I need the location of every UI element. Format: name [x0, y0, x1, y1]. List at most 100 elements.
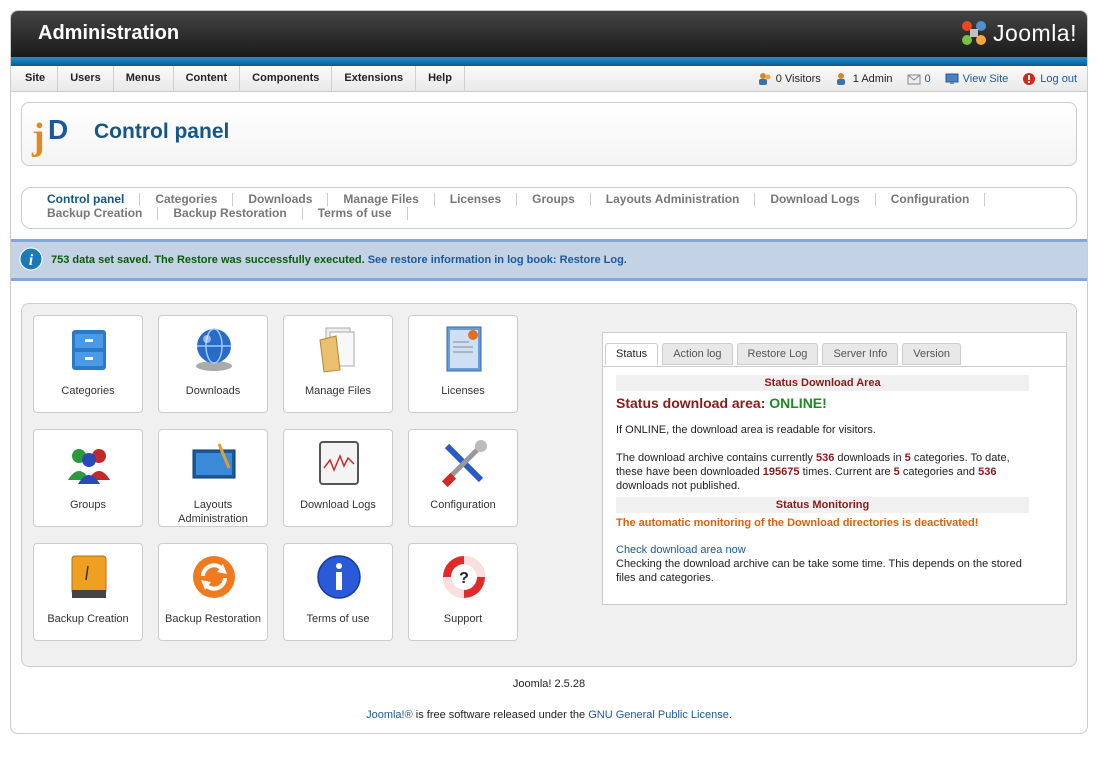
- submenu-configuration[interactable]: Configuration: [876, 192, 986, 206]
- icon-download-logs[interactable]: Download Logs: [283, 429, 393, 527]
- icon-groups[interactable]: Groups: [33, 429, 143, 527]
- footer-joomla-link[interactable]: Joomla!®: [366, 709, 413, 721]
- messages-count: 0: [924, 73, 931, 85]
- footer-version: Joomla! 2.5.28: [512, 678, 586, 690]
- svg-text:j: j: [31, 116, 45, 158]
- menu-users[interactable]: Users: [58, 66, 114, 92]
- tab-server-info[interactable]: Server Info: [822, 343, 899, 365]
- layout-icon: [192, 443, 236, 479]
- submenu-layouts-administration[interactable]: Layouts Administration: [591, 192, 756, 206]
- submenu-backup-restoration[interactable]: Backup Restoration: [158, 206, 303, 220]
- online-status: Status download area: ONLINE!: [616, 395, 1053, 411]
- joomla-mark-icon: [961, 21, 986, 45]
- admin-count: 1 Admin: [852, 73, 893, 85]
- icon-support[interactable]: ? Support: [408, 543, 518, 641]
- visitors-status: 0 Visitors: [758, 72, 821, 86]
- section-monitoring-title: Status Monitoring: [616, 497, 1029, 513]
- submenu-manage-files[interactable]: Manage Files: [328, 192, 435, 206]
- icon-downloads[interactable]: Downloads: [158, 315, 268, 413]
- icon-label: Categories: [61, 385, 115, 397]
- submenu-backup-creation[interactable]: Backup Creation: [32, 206, 159, 220]
- status-tab-content: Status Download Area Status download are…: [603, 366, 1066, 604]
- monitoring-warning: The automatic monitoring of the Download…: [616, 517, 979, 529]
- archive-text-2: downloads in: [837, 452, 902, 464]
- menu-components[interactable]: Components: [240, 66, 333, 92]
- monitor-icon: [945, 73, 959, 84]
- header: Administration Joomla!: [11, 11, 1087, 57]
- icon-label: Backup Creation: [47, 613, 129, 625]
- joomla-logo: Joomla!: [959, 17, 1077, 49]
- submenu-categories[interactable]: Categories: [140, 192, 234, 206]
- icon-label: Downloads: [185, 385, 241, 397]
- certificate-icon: [446, 326, 482, 372]
- section-download-area-title: Status Download Area: [616, 375, 1029, 391]
- icon-categories[interactable]: Categories: [33, 315, 143, 413]
- logout-link[interactable]: Log out: [1022, 72, 1077, 86]
- submenu-control-panel[interactable]: Control panel: [32, 192, 141, 206]
- icon-label: Configuration: [430, 499, 496, 511]
- footer-text: is free software released under the: [412, 709, 589, 721]
- visitors-count: 0 Visitors: [775, 73, 821, 85]
- online-value: ONLINE!: [769, 395, 827, 411]
- archive-text-4: times. Current are: [802, 466, 891, 478]
- layouts-label: Layouts Administration: [178, 499, 248, 525]
- folder-icon: [319, 327, 355, 373]
- jdownloads-submenu: Control panel Categories Downloads Manag…: [21, 187, 1077, 229]
- menu-menus[interactable]: Menus: [114, 66, 174, 92]
- control-panel-header: j D Control panel: [21, 102, 1077, 166]
- cabinet-icon: [72, 330, 106, 370]
- footer-license-link[interactable]: GNU General Public License: [588, 709, 729, 721]
- status-panel: Status Action log Restore Log Server Inf…: [602, 332, 1067, 605]
- icon-manage-files[interactable]: Manage Files: [283, 315, 393, 413]
- messages-status[interactable]: 0: [907, 73, 931, 85]
- top-menubar: Site Users Menus Content Components Exte…: [11, 66, 1087, 92]
- menu-site[interactable]: Site: [11, 66, 59, 92]
- icon-label: Licenses: [441, 385, 485, 397]
- messages-icon: [907, 74, 921, 85]
- joomla-logo-text: Joomla!: [992, 19, 1077, 46]
- archive-text-1: The download archive contains currently: [616, 452, 813, 464]
- icon-configuration[interactable]: Configuration: [408, 429, 518, 527]
- admin-user-icon: [836, 73, 845, 85]
- tab-restore-log[interactable]: Restore Log: [736, 343, 819, 365]
- restore-icon: [193, 556, 235, 598]
- submenu-download-logs[interactable]: Download Logs: [755, 192, 876, 206]
- info-message-icon: i: [19, 247, 43, 274]
- online-label: Status download area:: [616, 395, 766, 411]
- svg-text:D: D: [48, 114, 68, 145]
- admin-status: 1 Admin: [835, 72, 893, 86]
- icon-label: Layouts Administration: [159, 498, 267, 526]
- total-downloaded: 195675: [762, 466, 800, 478]
- chart-icon: [319, 441, 359, 485]
- icon-layouts-administration[interactable]: Layouts Administration: [158, 429, 268, 527]
- tab-action-log[interactable]: Action log: [662, 343, 733, 365]
- drive-icon: [71, 555, 107, 598]
- tab-status[interactable]: Status: [605, 343, 659, 365]
- check-download-area-link[interactable]: Check download area now: [616, 543, 1053, 557]
- restore-log-link[interactable]: See restore information in log book: Res…: [368, 254, 627, 266]
- visitors-icon: [758, 73, 771, 85]
- menu-extensions[interactable]: Extensions: [332, 66, 417, 92]
- submenu-licenses[interactable]: Licenses: [435, 192, 518, 206]
- icon-terms-of-use[interactable]: Terms of use: [283, 543, 393, 641]
- submenu-groups[interactable]: Groups: [517, 192, 591, 206]
- current-categories: 5: [893, 466, 900, 478]
- info-icon: [317, 555, 361, 599]
- archive-text-6: downloads not published.: [616, 480, 741, 492]
- submenu-terms-of-use[interactable]: Terms of use: [303, 206, 408, 220]
- tab-version[interactable]: Version: [902, 343, 961, 365]
- jdownloads-logo: j D: [30, 109, 80, 162]
- icon-label: Manage Files: [304, 385, 372, 397]
- archive-summary: The download archive contains currently …: [616, 451, 1026, 493]
- icon-label: Backup Restoration: [165, 613, 261, 625]
- menu-content[interactable]: Content: [174, 66, 241, 92]
- online-note: If ONLINE, the download area is readable…: [616, 424, 876, 436]
- icon-backup-creation[interactable]: Backup Creation: [33, 543, 143, 641]
- icon-licenses[interactable]: Licenses: [408, 315, 518, 413]
- globe-icon: [196, 328, 232, 371]
- downloads-count: 536: [815, 452, 835, 464]
- view-site-link[interactable]: View Site: [945, 73, 1008, 85]
- submenu-downloads[interactable]: Downloads: [233, 192, 329, 206]
- menu-help[interactable]: Help: [416, 66, 465, 92]
- icon-backup-restoration[interactable]: Backup Restoration: [158, 543, 268, 641]
